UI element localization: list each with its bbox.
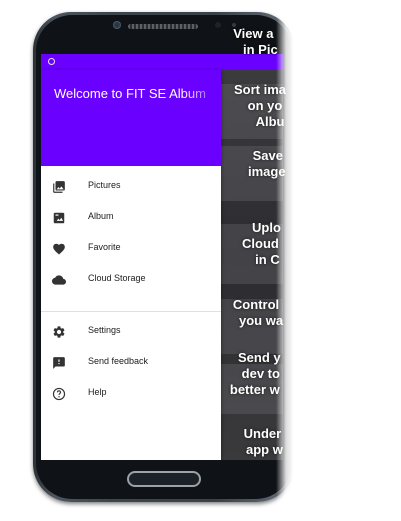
home-button[interactable] bbox=[127, 471, 201, 487]
menu-item-help[interactable]: Help bbox=[41, 379, 221, 409]
onboarding-text: Send y dev to better w bbox=[229, 350, 281, 397]
menu-item-label: Settings bbox=[88, 325, 121, 335]
menu-divider bbox=[41, 311, 221, 312]
menu-item-send-feedback[interactable]: Send feedback bbox=[41, 348, 221, 378]
heart-icon bbox=[53, 243, 65, 255]
menu-item-label: Send feedback bbox=[88, 356, 149, 366]
onboarding-text: Control you wa bbox=[232, 297, 284, 328]
navigation-drawer: Welcome to FIT SE Album Pictures Album F… bbox=[41, 70, 221, 460]
menu-item-label: Help bbox=[88, 387, 107, 397]
onboarding-text: Uplo Cloud in C bbox=[242, 220, 281, 267]
menu-item-settings[interactable]: Settings bbox=[41, 317, 221, 347]
menu-item-label: Album bbox=[88, 211, 114, 221]
camera-sensor-icon bbox=[215, 22, 221, 28]
menu-item-cloud-storage[interactable]: Cloud Storage bbox=[41, 265, 221, 295]
photo-library-icon bbox=[53, 181, 65, 193]
cloud-icon bbox=[52, 275, 66, 285]
image-icon bbox=[53, 212, 65, 224]
menu-item-pictures[interactable]: Pictures bbox=[41, 172, 221, 202]
image-edge-fade bbox=[276, 0, 401, 521]
menu-item-label: Pictures bbox=[88, 180, 121, 190]
onboarding-text: View a in Pic bbox=[233, 26, 278, 57]
drawer-header: Welcome to FIT SE Album bbox=[41, 70, 221, 166]
earpiece-speaker bbox=[128, 24, 198, 29]
front-camera-icon bbox=[113, 21, 121, 29]
menu-item-label: Cloud Storage bbox=[88, 273, 146, 283]
help-icon bbox=[52, 387, 66, 401]
menu-item-favorite[interactable]: Favorite bbox=[41, 234, 221, 264]
feedback-icon bbox=[53, 357, 65, 369]
gear-icon bbox=[53, 326, 65, 338]
menu-item-label: Favorite bbox=[88, 242, 121, 252]
menu-item-album[interactable]: Album bbox=[41, 203, 221, 233]
notification-icon bbox=[48, 58, 55, 65]
